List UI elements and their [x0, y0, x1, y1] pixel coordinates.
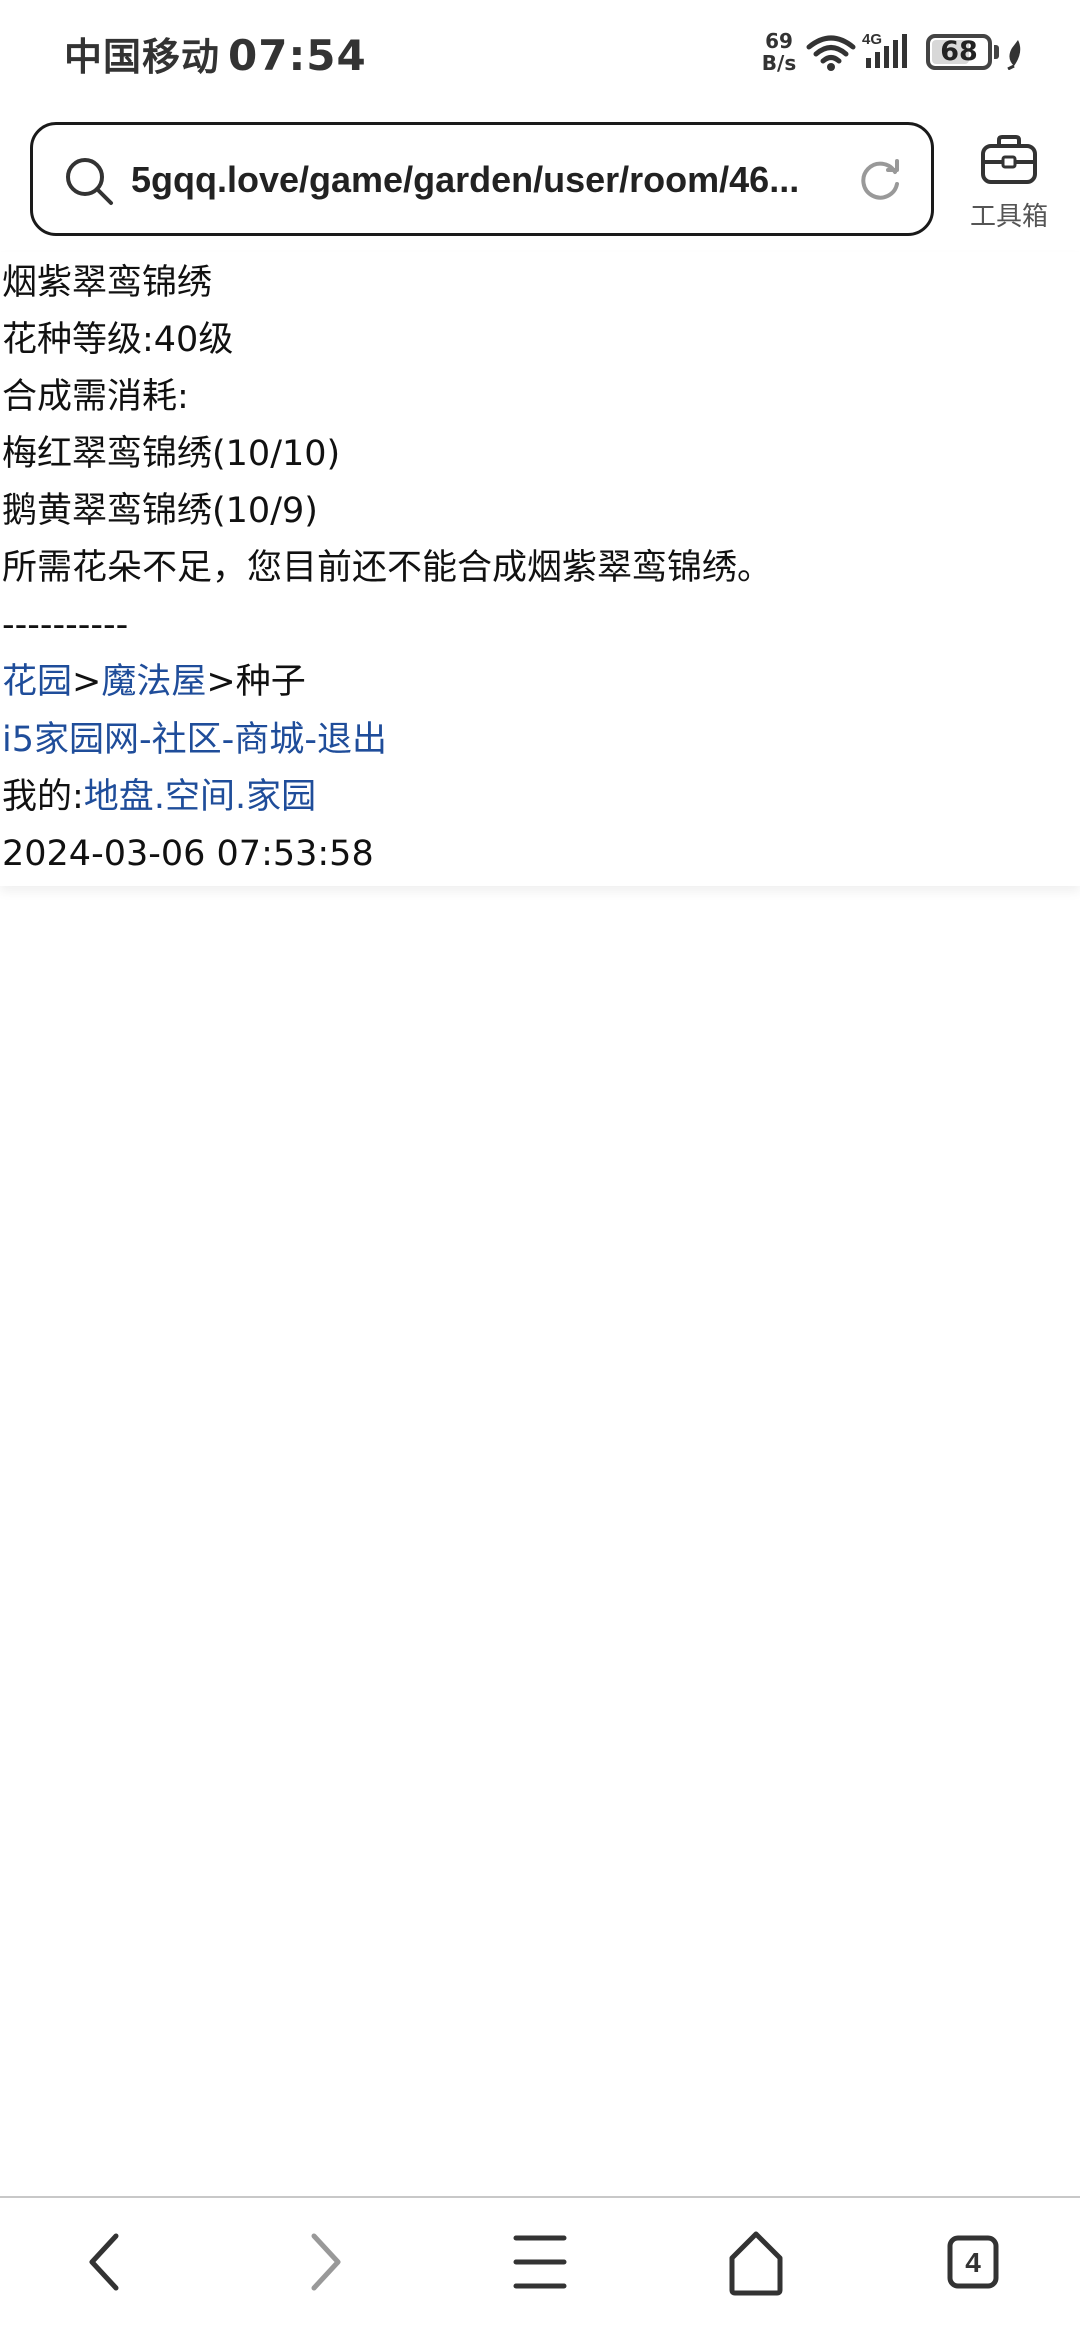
carrier-name: 中国移动: [64, 35, 221, 79]
home-button[interactable]: [708, 2224, 804, 2300]
my-links: 我的:地盘.空间.家园: [2, 769, 316, 826]
battery-indicator: 68: [926, 34, 992, 70]
material-item: 梅红翠鸾锦绣(10/10): [2, 434, 341, 474]
network-type-label: 4G: [862, 31, 882, 48]
breadcrumb-current: 种子: [235, 662, 306, 702]
breadcrumb-garden-link[interactable]: 花园: [2, 662, 72, 702]
link-separator: -: [304, 720, 317, 760]
link-separator: -: [139, 720, 152, 760]
search-icon: [66, 158, 113, 205]
toolbox-label: 工具箱: [969, 202, 1048, 232]
battery-tip: [994, 45, 999, 59]
network-speed: 69 B/s: [758, 30, 800, 74]
forward-icon: [311, 2233, 341, 2291]
carrier-and-time: 中国移动 07:54: [64, 26, 367, 81]
tab-count: 4: [965, 2247, 981, 2278]
tabs-button[interactable]: 4: [924, 2224, 1020, 2300]
page-timestamp: 2024-03-06 07:53:58: [2, 834, 374, 874]
mall-link[interactable]: 商城: [234, 720, 304, 760]
breadcrumb-magic-house-link[interactable]: 魔法屋: [101, 662, 206, 702]
wifi-icon: [806, 35, 856, 71]
breadcrumb-separator: >: [72, 662, 102, 702]
clock: 07:54: [228, 31, 367, 80]
flower-title: 烟紫翠鸾锦绣: [2, 263, 213, 303]
address-bar[interactable]: 5gqq.love/game/garden/user/room/46...: [30, 122, 934, 236]
page-content: 烟紫翠鸾锦绣 花种等级:40级 合成需消耗: 梅红翠鸾锦绣(10/10) 鹅黄翠…: [0, 252, 1080, 886]
power-saving-leaf-icon: [1007, 40, 1021, 70]
link-dot: .: [153, 777, 165, 817]
breadcrumb: 花园>魔法屋>种子: [2, 654, 306, 711]
my-label: 我的:: [2, 777, 84, 817]
land-link[interactable]: 地盘: [84, 777, 154, 817]
community-link[interactable]: 社区: [152, 720, 222, 760]
bottom-navigation: 4: [0, 2196, 1080, 2340]
flower-level: 花种等级:40级: [2, 320, 234, 360]
breadcrumb-separator: >: [206, 662, 236, 702]
home-icon: [729, 2231, 783, 2296]
logout-link[interactable]: 退出: [317, 720, 387, 760]
homeland-link[interactable]: 家园: [246, 777, 316, 817]
menu-button[interactable]: [492, 2224, 588, 2300]
tabs-icon: 4: [947, 2235, 999, 2289]
back-icon: [89, 2233, 119, 2291]
site-links: i5家园网-社区-商城-退出: [2, 712, 387, 769]
forward-button[interactable]: [276, 2224, 372, 2300]
menu-icon: [513, 2235, 567, 2289]
link-dot: .: [234, 777, 247, 817]
link-separator: -: [221, 720, 235, 760]
cost-heading: 合成需消耗:: [2, 377, 189, 417]
status-bar: 中国移动 07:54 69 B/s 4G 68: [0, 0, 1080, 110]
battery-level: 68: [940, 36, 978, 67]
space-link[interactable]: 空间: [165, 777, 235, 817]
cellular-signal-icon: 4G: [862, 31, 907, 68]
site-home-link[interactable]: i5家园网: [2, 720, 139, 760]
material-item: 鹅黄翠鸾锦绣(10/9): [2, 491, 318, 531]
toolbox-icon: [981, 135, 1037, 184]
insufficient-message: 所需花朵不足，您目前还不能合成烟紫翠鸾锦绣。: [2, 548, 773, 588]
divider-text: ----------: [2, 605, 129, 645]
toolbox-button[interactable]: 工具箱: [962, 128, 1056, 238]
network-speed-value: 69: [765, 29, 793, 53]
reload-icon[interactable]: [855, 155, 905, 205]
url-text[interactable]: 5gqq.love/game/garden/user/room/46...: [131, 155, 851, 205]
network-speed-unit: B/s: [761, 51, 797, 75]
back-button[interactable]: [58, 2224, 154, 2300]
